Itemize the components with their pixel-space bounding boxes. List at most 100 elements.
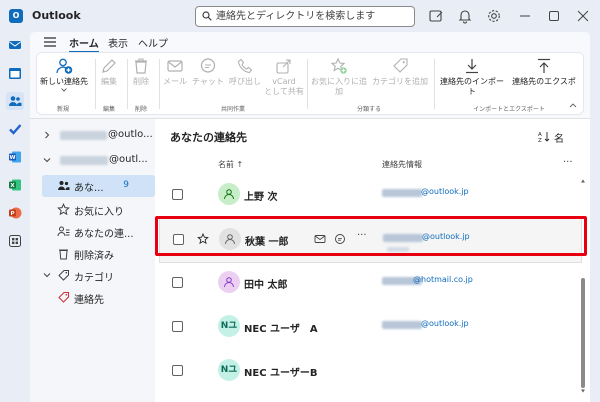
group-divider	[307, 59, 308, 109]
vcard-share-button[interactable]: vCard として共有	[263, 57, 305, 97]
folder-your-contacts[interactable]: あな... 9	[42, 175, 155, 197]
table-row[interactable]: 田中 太郎 @hotmail.co.jp	[155, 261, 582, 307]
chevron-down-icon[interactable]	[61, 88, 67, 92]
scroll-down-arrow-icon[interactable]	[580, 388, 586, 394]
avatar	[218, 271, 240, 293]
red-tag-icon	[58, 291, 70, 303]
highlight-frame	[155, 216, 587, 256]
outlook-logo-icon: O	[9, 9, 23, 23]
chevron-right-icon[interactable]	[43, 131, 51, 139]
close-icon[interactable]	[575, 8, 591, 24]
edit-button[interactable]: 編集	[97, 57, 121, 87]
chat-button[interactable]: チャット	[191, 57, 225, 87]
tab-help[interactable]: ヘルプ	[138, 35, 168, 50]
tag-icon	[58, 270, 69, 281]
row-checkbox[interactable]	[172, 277, 183, 288]
ribbon: ホーム 表示 ヘルプ 新しい連絡先 新規 編集 編集 削除 削除 メール チャッ…	[30, 32, 590, 118]
phone-icon	[237, 58, 253, 74]
new-contact-button[interactable]: 新しい連絡先	[39, 57, 89, 92]
sort-button[interactable]: AZ 名	[537, 129, 573, 145]
table-row[interactable]: Nユ NEC ユーザーB	[155, 349, 582, 395]
row-checkbox[interactable]	[172, 365, 183, 376]
add-category-button[interactable]: カテゴリを追加	[371, 57, 429, 87]
rail-calendar[interactable]	[6, 64, 24, 82]
add-favorite-button[interactable]: お気に入りに追加	[309, 57, 369, 97]
notes-icon[interactable]	[428, 8, 444, 24]
svg-text:P: P	[10, 211, 14, 217]
column-more-button[interactable]: ···	[563, 157, 573, 168]
scrollbar-thumb[interactable]	[581, 278, 585, 388]
unread-count-badge: 9	[123, 180, 129, 190]
envelope-icon	[167, 60, 183, 72]
word-app-icon: W	[9, 151, 21, 163]
rail-todo[interactable]	[6, 120, 24, 138]
new-contact-label: 新しい連絡先	[40, 77, 88, 86]
call-button[interactable]: 呼び出し	[227, 57, 263, 87]
group-divider	[434, 59, 435, 109]
chat-label: チャット	[192, 77, 224, 86]
contact-name: NEC ユーザーB	[244, 368, 318, 379]
row-checkbox[interactable]	[172, 189, 183, 200]
table-row[interactable]: Nユ NEC ユーザ A @outlook.jp	[155, 305, 582, 351]
rail-people[interactable]	[6, 92, 24, 110]
folder-deleted[interactable]: 削除済み	[30, 243, 155, 265]
contact-email-domain: @outlook.jp	[421, 187, 469, 196]
import-contacts-button[interactable]: 連絡先のインポート	[437, 57, 507, 97]
bell-icon[interactable]	[457, 8, 473, 24]
svg-text:W: W	[9, 155, 15, 161]
people-icon	[58, 181, 70, 190]
rail-more-apps[interactable]	[6, 232, 24, 250]
account-2[interactable]: @outl...	[30, 150, 155, 172]
star-add-icon	[330, 57, 347, 74]
hamburger-menu-icon[interactable]	[43, 36, 57, 48]
delete-button[interactable]: 削除	[129, 57, 153, 87]
export-contacts-button[interactable]: 連絡先のエクスポ	[507, 57, 581, 87]
chevron-down-icon[interactable]	[43, 271, 51, 279]
table-row[interactable]: 上野 次 @outlook.jp	[155, 173, 582, 219]
rail-word[interactable]: W	[6, 148, 24, 166]
search-box[interactable]	[195, 6, 415, 27]
contact-name: 上野 次	[244, 192, 278, 203]
search-input[interactable]	[216, 9, 408, 24]
mail-button[interactable]: メール	[161, 57, 189, 87]
rail-excel[interactable]: X	[6, 176, 24, 194]
svg-text:Z: Z	[538, 138, 542, 143]
folder-your-contact-lists[interactable]: あなたの連...	[30, 221, 155, 243]
gear-icon[interactable]	[486, 8, 502, 24]
group-label-new: 新規	[56, 106, 69, 113]
contact-name: 田中 太郎	[244, 280, 288, 291]
rail-powerpoint[interactable]: P	[6, 204, 24, 222]
folder-categories[interactable]: カテゴリ	[30, 265, 155, 287]
folder-label: あなたの連...	[74, 229, 134, 240]
category-contacts[interactable]: 連絡先	[30, 287, 155, 309]
row-checkbox[interactable]	[172, 321, 183, 332]
share-icon	[276, 59, 291, 74]
minimize-icon[interactable]	[517, 8, 533, 24]
contact-name: NEC ユーザ A	[244, 324, 318, 335]
account-1[interactable]: @outlo...	[30, 125, 155, 147]
scrollbar[interactable]	[580, 178, 586, 394]
rail-mail[interactable]	[6, 36, 24, 54]
column-header-name[interactable]: 名前 ↑	[218, 159, 243, 170]
tab-view[interactable]: 表示	[108, 35, 128, 50]
maximize-icon[interactable]	[546, 8, 562, 24]
chevron-up-icon[interactable]	[569, 102, 577, 108]
contact-list-pane: あなたの連絡先 AZ 名 名前 ↑ 連絡先情報 ··· 上野 次 @outloo…	[155, 118, 590, 402]
ribbon-panel: 新しい連絡先 新規 編集 編集 削除 削除 メール チャット 呼び出し vCar…	[36, 52, 584, 115]
scroll-up-arrow-icon[interactable]	[580, 178, 586, 184]
redacted-account-name	[60, 131, 107, 140]
checkmark-app-icon	[9, 124, 22, 135]
trash-icon	[135, 58, 147, 74]
folder-favorites[interactable]: お気に入り	[30, 199, 155, 221]
tab-home[interactable]: ホーム	[69, 35, 99, 53]
contact-email-domain: @outlook.jp	[421, 319, 469, 328]
redacted-email	[382, 321, 422, 329]
chevron-down-icon[interactable]	[43, 156, 51, 164]
redacted-email	[382, 189, 422, 197]
edit-label: 編集	[101, 77, 117, 86]
person-icon	[224, 277, 234, 288]
vcard-label-1: vCard	[272, 77, 296, 86]
group-label-edit: 編集	[102, 106, 115, 113]
search-icon	[202, 11, 212, 21]
folder-label: お気に入り	[74, 207, 124, 218]
